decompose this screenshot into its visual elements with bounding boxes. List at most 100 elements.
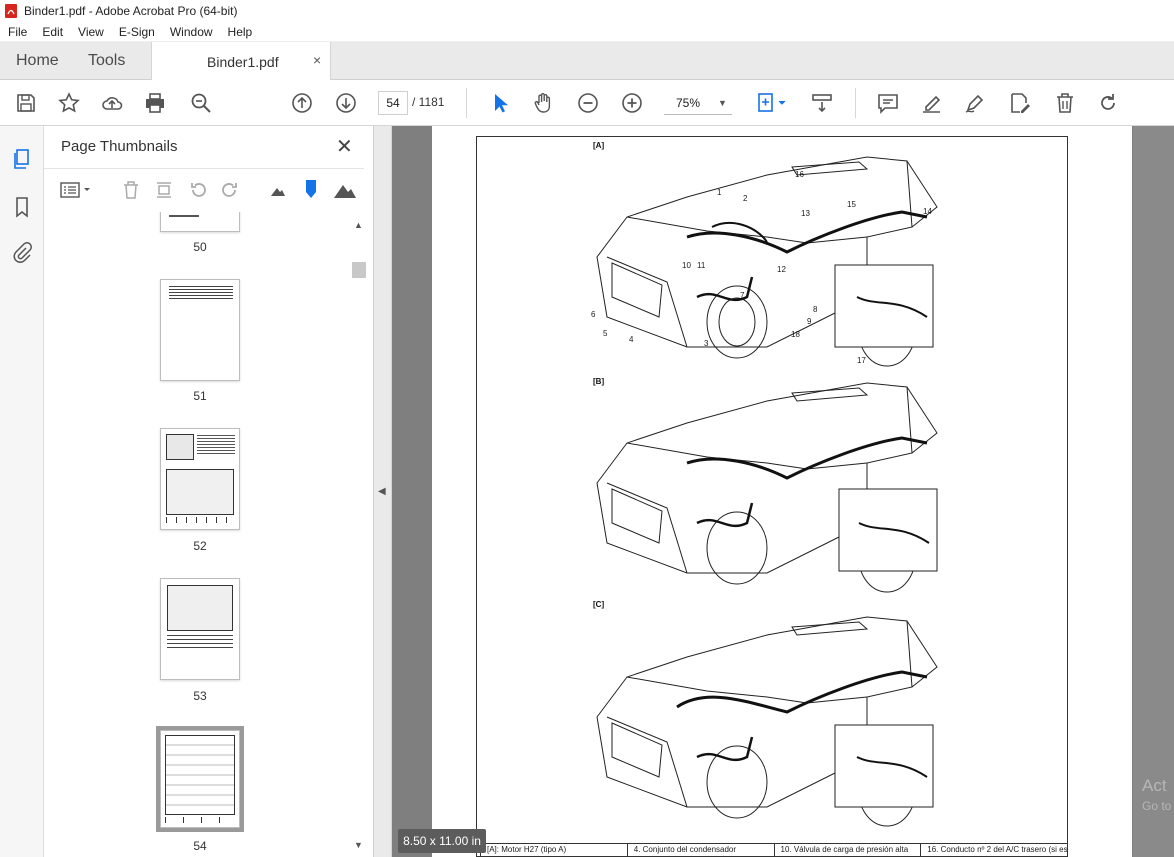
- thumbnail-content: [197, 435, 235, 455]
- callout-label: 14: [923, 207, 932, 216]
- fill-sign-icon[interactable]: [1008, 91, 1032, 115]
- callout-label: 9: [807, 317, 812, 326]
- tab-document[interactable]: Binder1.pdf ×: [151, 42, 331, 80]
- callout-label: 12: [777, 265, 786, 274]
- thumbnail-page[interactable]: [160, 428, 240, 530]
- page-size-badge: 8.50 x 11.00 in: [398, 829, 486, 853]
- callout-label: 2: [743, 194, 748, 203]
- options-menu-icon[interactable]: [60, 181, 94, 199]
- panel-title: Page Thumbnails: [61, 138, 178, 155]
- scrollbar-thumb[interactable]: [352, 262, 366, 278]
- small-thumbnails-icon[interactable]: [270, 183, 286, 197]
- thumbnail-page[interactable]: [160, 578, 240, 680]
- thumbnail-content: [169, 286, 233, 300]
- watermark-line: Go to: [1142, 799, 1172, 813]
- menu-esign[interactable]: E-Sign: [119, 25, 155, 39]
- delete-pages-icon[interactable]: [122, 180, 140, 200]
- large-thumbnails-icon[interactable]: [333, 181, 357, 199]
- document-right-gutter: [1133, 126, 1174, 857]
- page-number-input[interactable]: 54: [378, 91, 408, 115]
- page-frame: [A] [B] [C] 1 2 16 13 15 14 10 11 12 6 5…: [476, 136, 1068, 857]
- hand-tool-icon[interactable]: [531, 91, 555, 115]
- thumbnail-content: [169, 215, 199, 217]
- close-tab-icon[interactable]: ×: [313, 52, 321, 68]
- thumbnail-content: [165, 817, 235, 823]
- callout-label: 16: [795, 170, 804, 179]
- callout-label: 3: [704, 339, 709, 348]
- rotate-counterclockwise-icon[interactable]: [188, 180, 208, 200]
- menu-file[interactable]: File: [8, 25, 27, 39]
- zoom-in-icon[interactable]: [620, 91, 644, 115]
- select-cursor-icon[interactable]: [488, 91, 512, 115]
- menu-view[interactable]: View: [78, 25, 104, 39]
- thumbnail-scrollbar[interactable]: ▲ ▼: [350, 212, 368, 857]
- callout-label: 1: [717, 188, 722, 197]
- menu-help[interactable]: Help: [228, 25, 253, 39]
- legend-cell: 10. Válvula de carga de presión alta: [775, 844, 922, 856]
- window-title: Binder1.pdf - Adobe Acrobat Pro (64-bit): [24, 4, 238, 18]
- highlight-pen-icon[interactable]: [920, 91, 944, 115]
- watermark-line: Act: [1142, 776, 1167, 795]
- thumbnail-content: [167, 635, 233, 651]
- delete-trash-icon[interactable]: [1053, 91, 1077, 115]
- thumbnail-slider-icon[interactable]: [304, 179, 318, 199]
- toolbar-divider: [855, 88, 856, 118]
- callout-label: 18: [791, 330, 800, 339]
- comment-icon[interactable]: [876, 91, 900, 115]
- zoom-search-icon[interactable]: [189, 91, 213, 115]
- attachments-paperclip-icon[interactable]: [11, 241, 33, 263]
- legend-cell: 16. Conducto nº 2 del A/C trasero (si es…: [927, 845, 1067, 854]
- menu-bar: File Edit View E-Sign Window Help: [0, 22, 1174, 42]
- previous-page-icon[interactable]: [290, 91, 314, 115]
- tab-home[interactable]: Home: [16, 52, 59, 70]
- legend-cell: [A]: Motor H27 (tipo A): [481, 844, 628, 856]
- thumbnail-page[interactable]: [160, 212, 240, 232]
- panel-collapse-bar[interactable]: ◀: [374, 126, 392, 857]
- thumbnail-page-number: 51: [193, 389, 207, 403]
- zoom-level-select[interactable]: 75% ▼: [664, 91, 732, 115]
- callout-label: 4: [629, 335, 634, 344]
- callout-label: 11: [697, 261, 706, 270]
- upload-cloud-icon[interactable]: [100, 91, 124, 115]
- bookmark-star-icon[interactable]: [57, 91, 81, 115]
- page-thumbnails-icon[interactable]: [11, 148, 33, 170]
- redo-rotate-icon[interactable]: [1096, 91, 1120, 115]
- tab-document-label: Binder1.pdf: [207, 54, 279, 70]
- page-thumbnails-panel: Page Thumbnails ✕ 50 51 52 53 54 ▲ ▼: [44, 126, 374, 857]
- callout-label: 17: [857, 356, 866, 365]
- thumbnail-content: [165, 735, 235, 815]
- thumbnail-content: [166, 517, 234, 523]
- zoom-level-value: 75%: [676, 96, 701, 110]
- zoom-out-icon[interactable]: [576, 91, 600, 115]
- thumbnail-content: [166, 434, 194, 460]
- replace-pages-icon[interactable]: [154, 180, 174, 200]
- page-total: / 1181: [412, 95, 445, 109]
- bookmarks-icon[interactable]: [11, 196, 33, 218]
- title-bar: Binder1.pdf - Adobe Acrobat Pro (64-bit): [0, 0, 1174, 22]
- scroll-mode-icon[interactable]: [810, 91, 834, 115]
- next-page-icon[interactable]: [334, 91, 358, 115]
- collapse-arrow-icon[interactable]: ◀: [378, 486, 386, 497]
- callout-label: 7: [740, 291, 745, 300]
- main-toolbar: 54 / 1181 75% ▼: [0, 80, 1174, 126]
- thumbnail-page[interactable]: [160, 279, 240, 381]
- acrobat-icon: [5, 4, 17, 18]
- callout-label: 10: [682, 261, 691, 270]
- scroll-down-icon[interactable]: ▼: [354, 840, 363, 850]
- tab-tools[interactable]: Tools: [88, 52, 125, 70]
- rotate-clockwise-icon[interactable]: [220, 180, 240, 200]
- menu-window[interactable]: Window: [170, 25, 213, 39]
- callout-label: 15: [847, 200, 856, 209]
- vehicle-diagram-b: [596, 382, 938, 593]
- print-icon[interactable]: [143, 91, 167, 115]
- scroll-up-icon[interactable]: ▲: [354, 220, 363, 230]
- draw-signature-icon[interactable]: [963, 91, 987, 115]
- close-panel-icon[interactable]: ✕: [336, 134, 353, 159]
- callout-label: 13: [801, 209, 810, 218]
- menu-edit[interactable]: Edit: [42, 25, 63, 39]
- fit-page-icon[interactable]: [756, 91, 790, 115]
- legend-cell: 4. Conjunto del condensador: [628, 844, 775, 856]
- save-icon[interactable]: [14, 91, 38, 115]
- thumbnail-page-selected[interactable]: [156, 726, 244, 832]
- thumbnail-page-number: 50: [193, 240, 207, 254]
